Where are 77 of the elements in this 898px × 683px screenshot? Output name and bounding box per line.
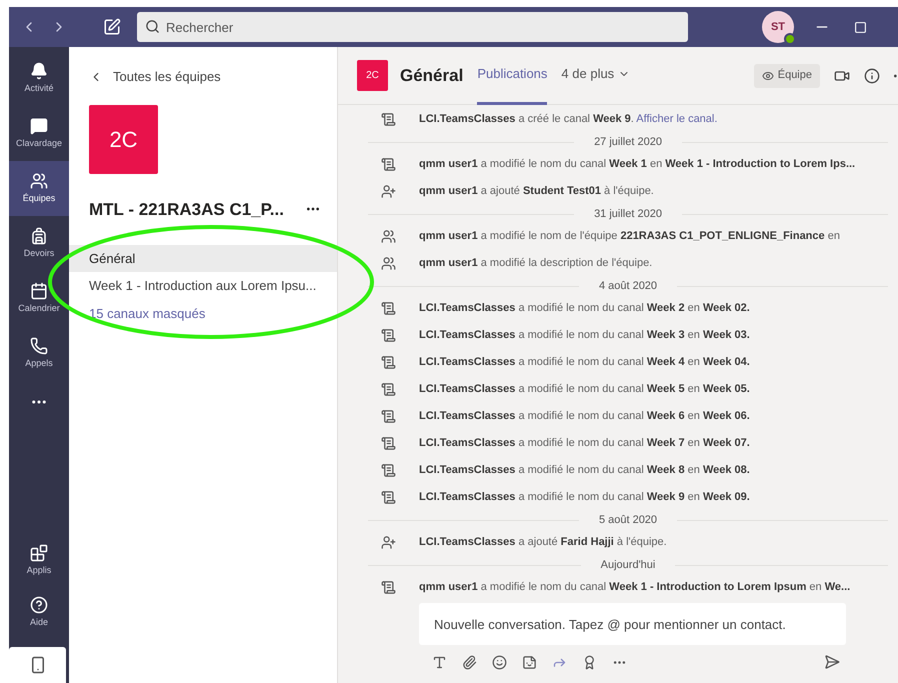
rail-item[interactable]: Activité — [9, 51, 69, 106]
sticker-icon[interactable] — [522, 654, 537, 670]
back-link[interactable]: Toutes les équipes — [89, 67, 337, 86]
emoji-icon[interactable] — [492, 654, 507, 670]
team-name: MTL - 221RA3AS C1_P... — [89, 198, 284, 220]
activity-message: LCI.TeamsClasses a créé le canal Week 9. Afficher le canal. — [419, 112, 718, 128]
document-list-icon — [381, 112, 396, 127]
document-list-icon — [381, 490, 396, 505]
eye-icon — [762, 70, 774, 82]
search-icon — [145, 19, 160, 34]
date-separator: 31 juillet 2020 — [594, 206, 662, 222]
activity-message: qmm user1 a modifié le nom du canal Week 1 - Introduction to Lorem Ipsum en We... — [419, 580, 850, 596]
send-icon[interactable] — [824, 654, 840, 670]
rail-item[interactable]: Devoirs — [9, 216, 69, 271]
calendar-icon — [30, 282, 48, 300]
rail-item[interactable]: Applis — [9, 535, 69, 587]
document-list-icon — [381, 463, 396, 478]
channel-title: Général — [400, 64, 464, 87]
activity-message: LCI.TeamsClasses a modifié le nom du canal Week 6 en Week 06. — [419, 409, 750, 424]
activity-message: LCI.TeamsClasses a modifié le nom du canal Week 9 en Week 09. — [419, 490, 750, 506]
device-button[interactable] — [9, 647, 66, 683]
document-list-icon — [381, 355, 396, 370]
search-field[interactable]: Rechercher — [137, 12, 688, 42]
phone-icon — [30, 336, 48, 355]
rail-item[interactable]: Clavardage — [9, 106, 69, 161]
date-separator: Aujourd'hui — [600, 558, 656, 573]
activity-message: qmm user1 a modifié le nom de l'équipe 221RA3AS C1_POT_ENLIGNE_Finance en — [419, 229, 840, 244]
rail-item[interactable]: Équipes — [9, 161, 69, 216]
backpack-icon — [30, 226, 48, 245]
rail-item[interactable]: Aide — [9, 587, 69, 639]
activity-message: LCI.TeamsClasses a ajouté Farid Hajji à l'équipe. — [419, 535, 667, 550]
document-list-icon — [381, 301, 396, 316]
view-channel-link[interactable]: Afficher le canal. — [636, 113, 718, 126]
document-list-icon — [381, 436, 396, 451]
document-list-icon — [381, 157, 396, 172]
team-tile: 2C — [357, 60, 388, 91]
document-list-icon — [381, 382, 396, 397]
team-icon — [30, 172, 48, 190]
activity-message: LCI.TeamsClasses a modifié le nom du canal Week 3 en Week 03. — [419, 328, 750, 344]
help-icon — [30, 596, 48, 614]
award-icon[interactable] — [582, 654, 597, 670]
people-icon — [381, 256, 396, 271]
document-list-icon — [381, 580, 396, 595]
compose-box[interactable]: Nouvelle conversation. Tapez @ pour mentionner un contact. — [419, 603, 846, 645]
chat-icon — [30, 116, 48, 135]
activity-message: LCI.TeamsClasses a modifié le nom du canal Week 8 en Week 08. — [419, 463, 750, 478]
people-icon — [381, 229, 396, 244]
channel-item[interactable]: Week 1 - Introduction aux Lorem Ipsu... — [69, 272, 337, 299]
compose-button[interactable] — [103, 18, 121, 36]
rail-item[interactable]: Appels — [9, 326, 69, 381]
activity-message: qmm user1 a modifié le nom du canal Week 1 en Week 1 - Introduction to Lorem Ips... — [419, 157, 856, 172]
add-person-icon — [381, 184, 396, 199]
rail-item[interactable]: Calendrier — [9, 271, 69, 326]
activity-message: LCI.TeamsClasses a modifié le nom du canal Week 2 en Week 02. — [419, 301, 750, 316]
date-separator: 5 août 2020 — [598, 512, 658, 528]
info-icon[interactable] — [864, 68, 880, 84]
activity-message: qmm user1 a modifié la description de l'équipe. — [419, 256, 652, 272]
apps-icon — [30, 544, 48, 562]
add-person-icon — [381, 535, 396, 550]
document-list-icon — [381, 409, 396, 424]
team-button[interactable]: Équipe — [754, 64, 820, 88]
attach-icon[interactable] — [462, 654, 477, 670]
tab[interactable]: 4 de plus — [561, 46, 630, 104]
activity-message: LCI.TeamsClasses a modifié le nom du canal Week 5 en Week 05. — [419, 382, 750, 398]
maximize-button[interactable] — [854, 20, 867, 34]
activity-message: LCI.TeamsClasses a modifié le nom du canal Week 4 en Week 04. — [419, 355, 750, 370]
date-separator: 27 juillet 2020 — [594, 134, 662, 150]
tab[interactable]: Publications — [477, 46, 548, 104]
activity-message: LCI.TeamsClasses a modifié le nom du canal Week 7 en Week 07. — [419, 436, 750, 452]
channel-item[interactable]: Général — [69, 245, 337, 272]
activity-message: qmm user1 a ajouté Student Test01 à l'équipe. — [419, 184, 654, 200]
format-icon[interactable] — [432, 654, 447, 670]
avatar[interactable]: ST — [762, 11, 794, 43]
team-tile: 2C — [89, 104, 158, 174]
document-list-icon — [381, 328, 396, 343]
date-separator: 4 août 2020 — [598, 278, 658, 294]
bell-icon — [30, 62, 48, 80]
